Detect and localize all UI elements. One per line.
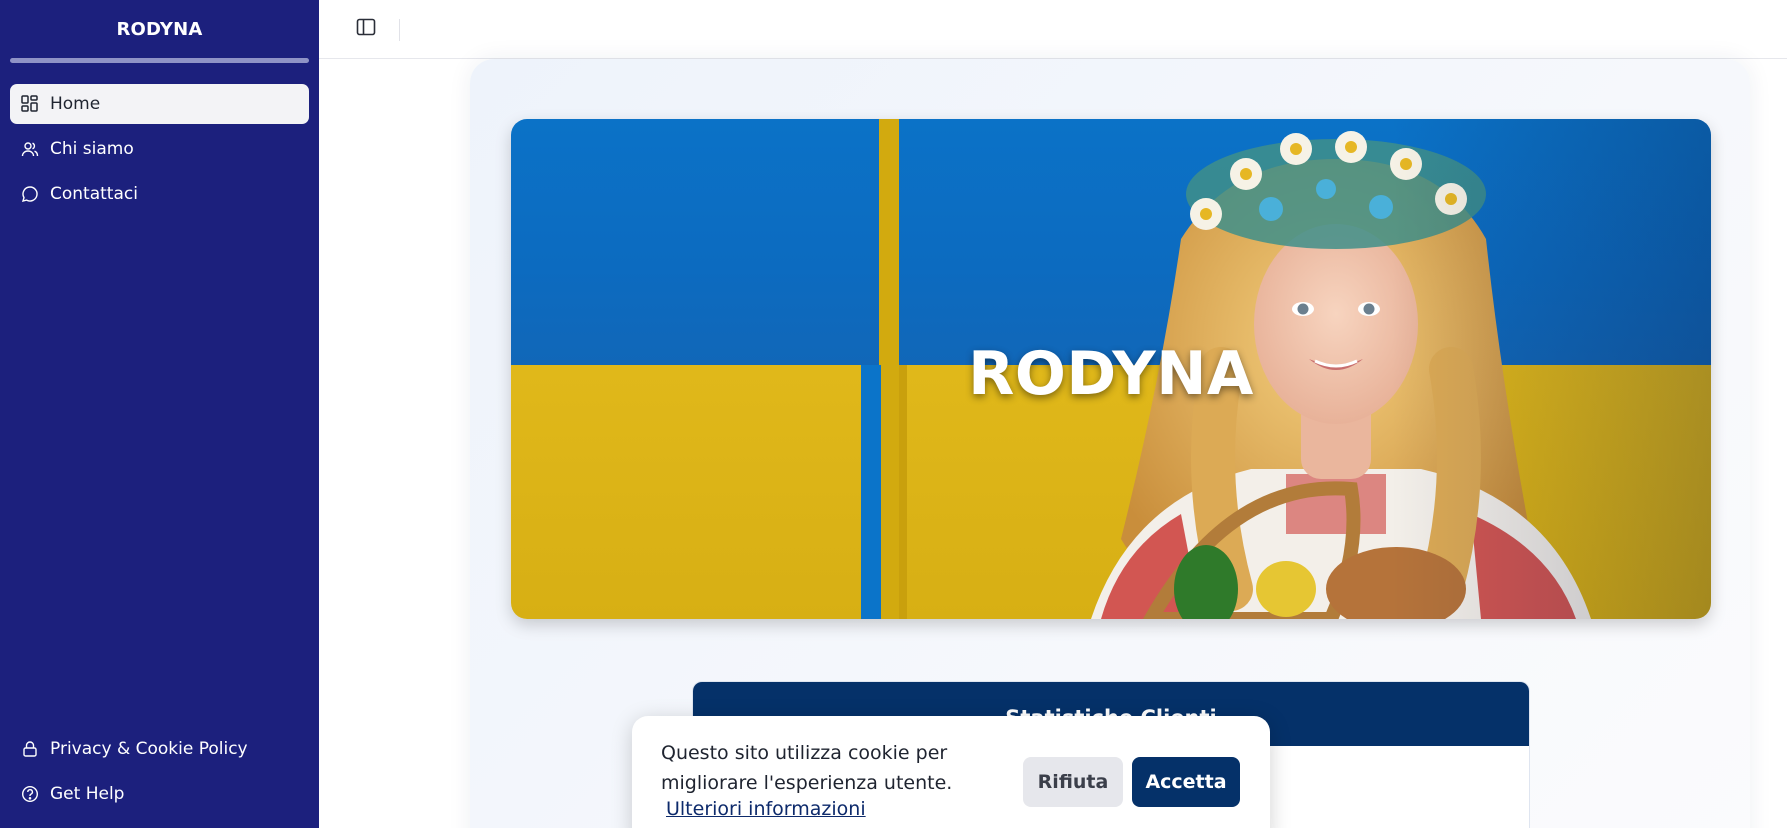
sidebar-item-label: Get Help: [50, 784, 125, 804]
sidebar-toggle-button[interactable]: [353, 17, 379, 41]
hero-title: RODYNA: [968, 339, 1254, 409]
topbar-divider: [399, 19, 400, 41]
sidebar-item-chi-siamo[interactable]: Chi siamo: [10, 129, 309, 169]
chat-bubble-icon: [20, 184, 40, 204]
sidebar-item-label: Chi siamo: [50, 139, 134, 159]
cookie-banner: Questo sito utilizza cookie per migliora…: [632, 716, 1270, 828]
users-icon: [20, 139, 40, 159]
sidebar-nav: Home Chi siamo Contattaci: [10, 84, 309, 219]
accept-button[interactable]: Accetta: [1132, 757, 1240, 807]
sidebar-item-home[interactable]: Home: [10, 84, 309, 124]
sidebar-item-label: Home: [50, 94, 101, 114]
top-bar: [319, 0, 1787, 59]
sidebar-footer-nav: Privacy & Cookie Policy Get Help: [10, 729, 309, 819]
sidebar: RODYNA Home Chi siamo Contattaci Privacy…: [0, 0, 319, 828]
cookie-more-info-link[interactable]: Ulteriori informazioni: [666, 798, 866, 820]
sidebar-item-privacy[interactable]: Privacy & Cookie Policy: [10, 729, 309, 769]
lock-icon: [20, 739, 40, 759]
sidebar-item-get-help[interactable]: Get Help: [10, 774, 309, 814]
dashboard-icon: [20, 94, 40, 114]
help-circle-icon: [20, 784, 40, 804]
hero-banner: RODYNA: [511, 119, 1711, 619]
reject-button[interactable]: Rifiuta: [1023, 757, 1123, 807]
sidebar-item-contattaci[interactable]: Contattaci: [10, 174, 309, 214]
brand-divider: [10, 58, 309, 63]
sidebar-item-label: Privacy & Cookie Policy: [50, 739, 248, 759]
sidebar-item-label: Contattaci: [50, 184, 138, 204]
cookie-message: Questo sito utilizza cookie per migliora…: [661, 742, 953, 794]
sidebar-toggle-icon: [356, 18, 376, 40]
brand-title[interactable]: RODYNA: [0, 0, 319, 58]
